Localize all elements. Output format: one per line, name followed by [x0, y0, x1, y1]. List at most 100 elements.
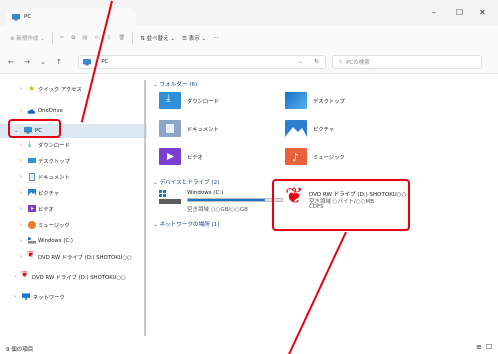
chevron-right-icon[interactable]: › [20, 174, 22, 180]
copy-icon[interactable]: ⧉ [71, 35, 75, 42]
folder-music[interactable]: ♪ ミュージック [285, 148, 415, 166]
chevron-right-icon[interactable]: › [20, 86, 22, 92]
sidebar-item-downloads[interactable]: › ⤓ ダウンロード [0, 138, 147, 152]
search-placeholder: PCの検索 [346, 60, 370, 66]
sidebar-item-label: ダウンロード [38, 143, 70, 149]
drive-free-space: 空き領域 ○○GB/○○GB [187, 207, 248, 213]
view-button[interactable]: ☰ 表示 ⌄ [182, 34, 206, 42]
desktop-folder-icon [285, 92, 307, 109]
chevron-right-icon[interactable]: › [20, 190, 22, 196]
pc-icon [12, 13, 20, 20]
forward-icon[interactable]: → [24, 58, 30, 66]
toolbar-separator [132, 32, 134, 44]
document-lines-icon [166, 124, 174, 133]
document-icon [29, 173, 35, 181]
dvd-logo-icon: ❦ [27, 250, 35, 260]
drive-usage-fill [188, 199, 266, 201]
folder-desktop[interactable]: デスクトップ [285, 92, 415, 110]
sidebar-item-quick-access[interactable]: › ★ クイック アクセス [0, 82, 147, 96]
refresh-icon[interactable]: ↻ [314, 59, 319, 65]
drives-group-header[interactable]: ⌄ デバイスとドライブ (2) [153, 178, 219, 186]
sidebar-item-label: クイック アクセス [38, 87, 82, 93]
folder-label: ミュージック [313, 155, 345, 161]
minimize-button[interactable]: – [432, 8, 436, 17]
sidebar-item-dvd-drive-root[interactable]: › ❦ DVD RW ドライブ (D:) SHOTOKU○○ [0, 270, 147, 284]
recent-chevron-icon[interactable]: ⌄ [40, 58, 46, 66]
more-button[interactable]: ··· [213, 35, 218, 41]
network-group-header[interactable]: ⌄ ネットワークの場所 (1) [153, 220, 220, 228]
folder-pictures[interactable]: ピクチャ [285, 120, 415, 138]
tab-title: PC [24, 14, 32, 20]
rename-icon[interactable]: ▭ [94, 35, 99, 41]
up-icon[interactable]: ↑ [56, 58, 62, 66]
dvd-logo-icon: ❦ [21, 270, 29, 280]
breadcrumb-pc[interactable]: PC [101, 59, 108, 65]
navigation-scrollbar[interactable] [144, 80, 146, 336]
folder-label: ダウンロード [187, 99, 219, 105]
chevron-right-icon[interactable]: › [20, 206, 22, 212]
search-input[interactable]: ⌕ PCの検索 [332, 55, 482, 69]
view-label: 表示 [188, 36, 200, 42]
chevron-right-icon[interactable]: › [20, 254, 22, 260]
sidebar-item-windows-c[interactable]: › Windows (C:) [0, 234, 147, 248]
document-folder-icon [159, 120, 181, 137]
folders-group-header[interactable]: ⌄ フォルダー (6) [153, 80, 197, 88]
folder-label: ドキュメント [187, 127, 219, 133]
chevron-right-icon[interactable]: › [20, 158, 22, 164]
group-label: ネットワークの場所 (1) [159, 222, 220, 228]
svg-text:♪: ♪ [292, 151, 299, 164]
chevron-right-icon[interactable]: › [20, 238, 22, 244]
chevron-right-icon[interactable]: › [20, 222, 22, 228]
delete-icon[interactable]: 🗑 [118, 35, 125, 41]
paste-icon[interactable]: ▤ [82, 35, 87, 41]
annotation-box-dvd-drive [272, 179, 410, 231]
sidebar-item-onedrive[interactable]: › OneDrive [0, 104, 147, 118]
download-icon: ⤓ [28, 140, 32, 148]
sidebar-item-label: ビデオ [38, 207, 54, 213]
group-label: デバイスとドライブ (2) [159, 180, 220, 186]
chevron-right-icon[interactable]: › [20, 142, 22, 148]
address-bar-row: ← → ⌄ ↑ › PC ⌄ ↻ ⌕ PCの検索 [0, 50, 498, 74]
address-dropdown-icon[interactable]: ⌄ [298, 59, 303, 65]
drive-windows-c[interactable]: Windows (C:) 空き領域 ○○GB/○○GB [159, 188, 285, 214]
chevron-right-icon[interactable]: › [20, 108, 22, 114]
sidebar-item-documents[interactable]: › ドキュメント [0, 170, 147, 184]
navigation-pane: › ★ クイック アクセス › OneDrive ⌄ PC › ⤓ ダウンロード… [0, 74, 147, 342]
folder-documents[interactable]: ドキュメント [159, 120, 289, 138]
new-label: 新規作成 [16, 36, 39, 42]
maximize-button[interactable]: ☐ [456, 8, 463, 17]
address-field[interactable]: › PC ⌄ ↻ [78, 55, 326, 69]
sidebar-item-music[interactable]: › ミュージック [0, 218, 147, 232]
details-view-icon[interactable]: ≡ [476, 343, 482, 351]
desktop-icon [28, 158, 36, 163]
new-button[interactable]: ⊕ 新規作成 ⌄ [10, 34, 45, 42]
sidebar-item-label: デスクトップ [38, 159, 70, 165]
chevron-right-icon[interactable]: › [14, 294, 16, 300]
folder-videos[interactable]: ビデオ [159, 148, 289, 166]
pc-icon [83, 58, 91, 65]
sort-button[interactable]: ⇅ 並べ替え ⌄ [140, 34, 175, 42]
sidebar-item-network[interactable]: › ネットワーク [0, 290, 147, 304]
share-icon[interactable]: ⇪ [107, 35, 112, 41]
sidebar-item-pictures[interactable]: › ピクチャ [0, 186, 147, 200]
sidebar-item-dvd-drive[interactable]: › ❦ DVD RW ドライブ (D:) SHOTOKU○○ [0, 250, 147, 264]
toolbar-separator [51, 32, 53, 44]
sidebar-item-label: Windows (C:) [38, 238, 73, 244]
cut-icon[interactable]: ✂ [60, 35, 65, 41]
folder-downloads[interactable]: ⤓ ダウンロード [159, 92, 289, 110]
folder-label: ピクチャ [313, 127, 335, 133]
sidebar-item-label: ネットワーク [33, 295, 65, 301]
tab-pc[interactable]: PC [6, 8, 136, 26]
chevron-right-icon[interactable]: › [14, 274, 16, 280]
picture-icon [28, 189, 36, 196]
annotation-box-pc [8, 119, 61, 138]
sort-label: 並べ替え [146, 36, 169, 42]
back-icon[interactable]: ← [8, 58, 14, 66]
music-icon [28, 221, 36, 229]
sidebar-item-desktop[interactable]: › デスクトップ [0, 154, 147, 168]
close-button[interactable]: ✕ [479, 8, 486, 17]
video-folder-icon [159, 148, 181, 165]
sidebar-item-videos[interactable]: › ビデオ [0, 202, 147, 216]
tiles-view-icon[interactable]: ☐ [486, 343, 492, 351]
drive-name: Windows (C:) [187, 190, 224, 196]
